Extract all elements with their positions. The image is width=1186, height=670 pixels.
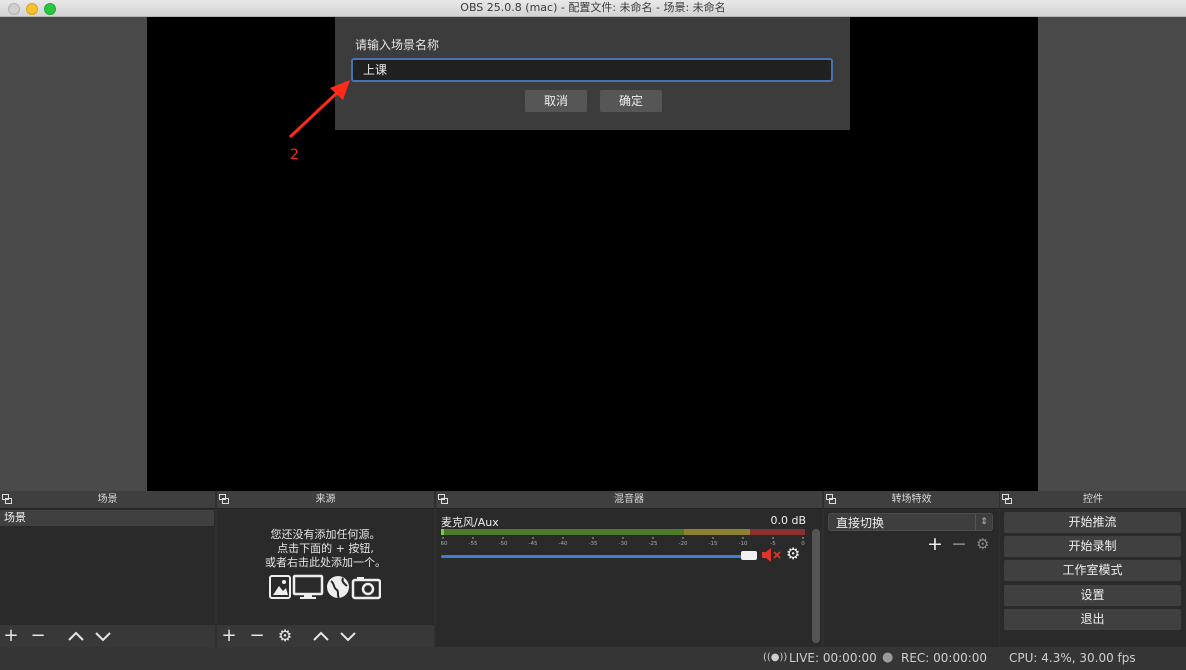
move-scene-down-icon[interactable]: [92, 626, 114, 646]
arrow-2: [288, 80, 350, 139]
sources-dock: 来源 您还没有添加任何源。 点击下面的 + 按钮, 或者右击此处添加一个。 + …: [217, 491, 434, 647]
globe-icon: [327, 576, 349, 599]
rec-timer: REC: 00:00:00: [901, 651, 988, 665]
meter-tick-label: -25: [649, 541, 658, 545]
meter-tick-label: -55: [469, 541, 478, 545]
status-bar: ((●)) LIVE: 00:00:00 ● REC: 00:00:00 CPU…: [0, 647, 1186, 670]
controls-body: 开始推流 开始录制 工作室模式 设置 退出: [1000, 509, 1186, 647]
settings-button[interactable]: 设置: [1004, 585, 1181, 606]
mixer-dock-header: 混音器: [436, 491, 822, 509]
record-dot-icon: ●: [882, 650, 894, 665]
meter-tick-label: -60: [441, 541, 448, 545]
mixer-scrollbar[interactable]: [812, 529, 820, 643]
cpu-fps-status: CPU: 4.3%, 30.00 fps: [1009, 651, 1136, 665]
mixer-channel-name: 麦克风/Aux: [441, 516, 499, 529]
move-scene-up-icon[interactable]: [65, 626, 87, 646]
scenes-list[interactable]: 场景: [0, 509, 215, 625]
sources-hint-line: 您还没有添加任何源。: [270, 528, 381, 541]
scenes-dock: 场景 场景 + −: [0, 491, 215, 647]
meter-tick-label: 0: [801, 541, 805, 545]
broadcast-icon: ((●)): [763, 652, 788, 663]
camera-icon: [351, 577, 381, 600]
live-timer: LIVE: 00:00:00: [789, 651, 877, 665]
source-properties-gear-icon[interactable]: ⚙: [274, 626, 296, 646]
mixer-dock-title: 混音器: [614, 494, 644, 505]
sources-dock-header: 来源: [217, 491, 434, 509]
mute-speaker-icon[interactable]: [761, 547, 783, 563]
start-streaming-button[interactable]: 开始推流: [1004, 512, 1181, 533]
studio-mode-button[interactable]: 工作室模式: [1004, 560, 1181, 581]
sources-empty-hint: 您还没有添加任何源。 点击下面的 + 按钮, 或者右击此处添加一个。: [217, 528, 434, 570]
annotation-label-2: 2: [290, 147, 299, 163]
remove-source-button[interactable]: −: [246, 626, 268, 646]
remove-scene-button[interactable]: −: [27, 626, 49, 646]
sources-dock-title: 来源: [315, 494, 336, 505]
add-source-button[interactable]: +: [218, 626, 240, 646]
scene-list-item[interactable]: 场景: [0, 510, 214, 526]
volume-slider[interactable]: [441, 555, 751, 558]
transition-selected-label: 直接切换: [836, 516, 885, 530]
mixer-dock: 混音器 麦克风/Aux 0.0 dB -60-55-50-45-40-35-30…: [436, 491, 822, 647]
start-recording-button[interactable]: 开始录制: [1004, 536, 1181, 557]
meter-tick-label: -5: [770, 541, 776, 545]
mixer-settings-gear-icon[interactable]: ⚙: [786, 544, 800, 563]
meter-tick-label: -50: [499, 541, 508, 545]
scenes-dock-header: 场景: [0, 491, 215, 509]
meter-tick-label: -45: [529, 541, 538, 545]
scenes-toolbar: + −: [0, 625, 215, 647]
sources-list[interactable]: 您还没有添加任何源。 点击下面的 + 按钮, 或者右击此处添加一个。: [217, 509, 434, 625]
image-icon: [269, 575, 291, 599]
meter-tick-label: -15: [709, 541, 718, 545]
transition-select[interactable]: 直接切换 ⇕: [828, 513, 993, 531]
docks-area: 场景 场景 + − 来源 您还没有添加任何源。 点击下面的 + 按钮, 或者右击…: [0, 491, 1186, 647]
display-icon: [292, 574, 324, 599]
add-transition-button[interactable]: +: [927, 533, 943, 555]
move-source-down-icon[interactable]: [337, 626, 359, 646]
add-scene-button[interactable]: +: [0, 626, 22, 646]
transitions-dock-title: 转场特效: [891, 494, 932, 505]
exit-button[interactable]: 退出: [1004, 609, 1181, 630]
source-type-icons: [269, 574, 381, 600]
transitions-dock-header: 转场特效: [824, 491, 999, 509]
transition-settings-gear-icon[interactable]: ⚙: [976, 535, 989, 553]
move-source-up-icon[interactable]: [310, 626, 332, 646]
transitions-body: 直接切换 ⇕ + − ⚙: [824, 509, 999, 647]
controls-dock-header: 控件: [1000, 491, 1186, 509]
remove-transition-button[interactable]: −: [951, 533, 967, 555]
sources-toolbar: + − ⚙: [217, 625, 434, 647]
chevron-updown-icon: ⇕: [975, 514, 992, 530]
sources-hint-line: 或者右击此处添加一个。: [265, 556, 386, 569]
meter-tick-label: -40: [559, 541, 568, 545]
mixer-body: 麦克风/Aux 0.0 dB -60-55-50-45-40-35-30-25-…: [436, 509, 822, 647]
meter-tick-label: -35: [589, 541, 598, 545]
meter-tick-label: -10: [739, 541, 748, 545]
scenes-dock-title: 场景: [97, 494, 118, 505]
meter-tick-label: -20: [679, 541, 688, 545]
mixer-channel-level: 0.0 dB: [770, 514, 806, 527]
meter-tick-label: -30: [619, 541, 628, 545]
meter-scale: -60-55-50-45-40-35-30-25-20-15-10-50: [441, 537, 805, 545]
controls-dock-title: 控件: [1083, 494, 1103, 505]
sources-hint-line: 点击下面的 + 按钮,: [277, 542, 374, 555]
transitions-dock: 转场特效 直接切换 ⇕ + − ⚙: [824, 491, 999, 647]
controls-dock: 控件 开始推流 开始录制 工作室模式 设置 退出: [1000, 491, 1186, 647]
volume-meter: [441, 529, 805, 535]
volume-slider-handle[interactable]: [741, 551, 757, 560]
